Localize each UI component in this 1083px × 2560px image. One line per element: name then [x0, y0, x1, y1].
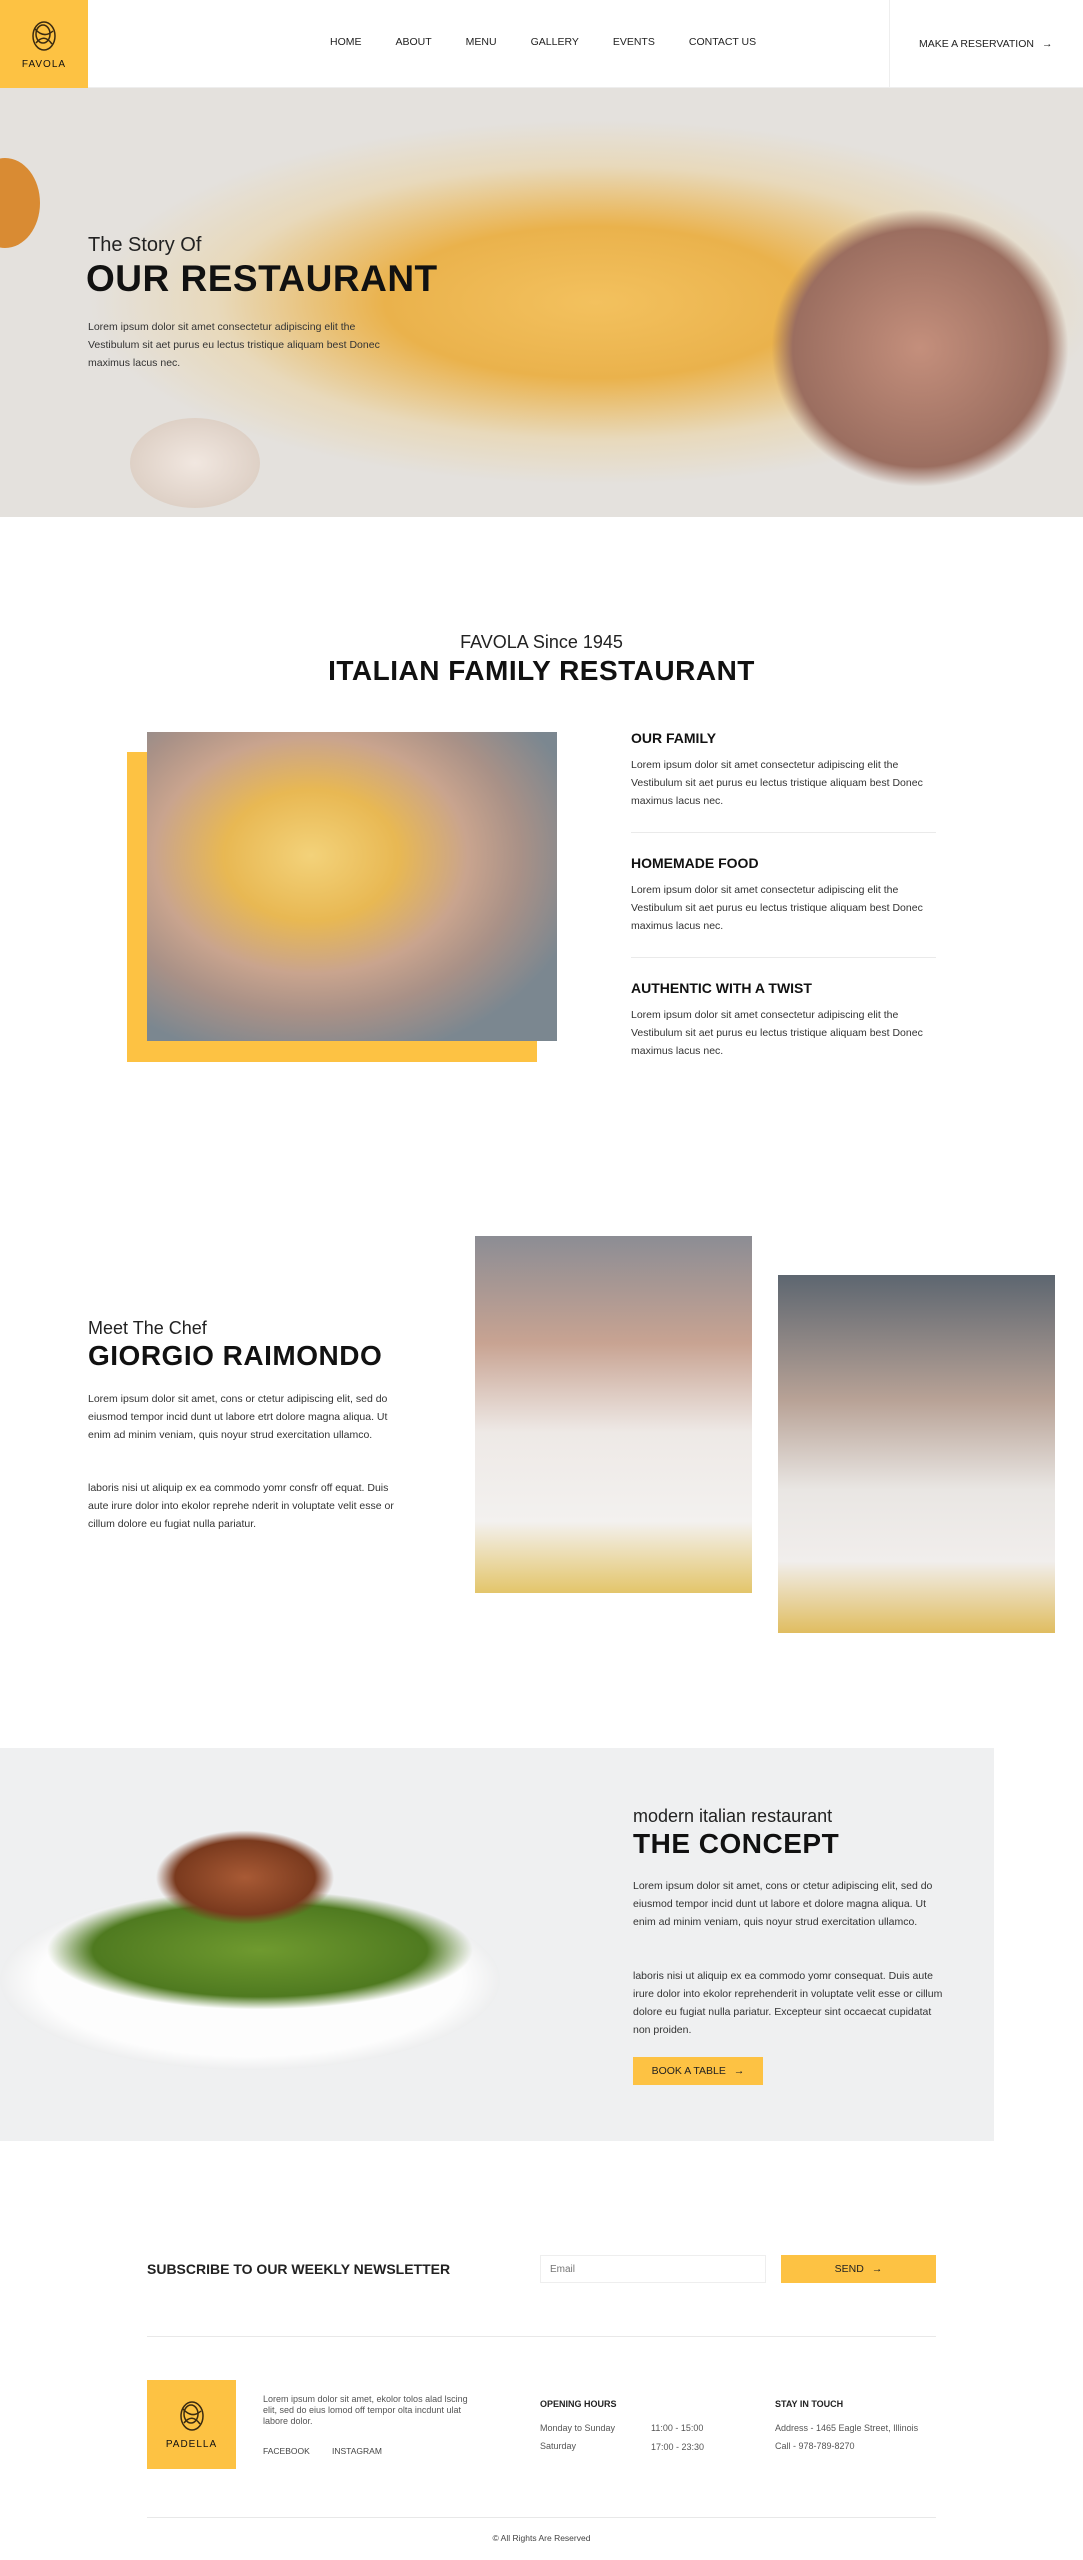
feature-text: Lorem ipsum dolor sit amet consectetur a… [631, 759, 923, 807]
nav-links: HOME ABOUT MENU GALLERY EVENTS CONTACT U… [330, 36, 790, 48]
feature-item: AUTHENTIC WITH A TWIST Lorem ipsum dolor… [631, 958, 936, 1060]
stay-in-touch-title: STAY IN TOUCH [775, 2399, 844, 2409]
arrow-right-icon: → [871, 2263, 883, 2275]
newsletter-title: SUBSCRIBE TO OUR WEEKLY NEWSLETTER [147, 2261, 451, 2277]
about-image [147, 732, 557, 1041]
pasta-logo-icon [179, 2401, 204, 2431]
footer-text: Lorem ipsum dolor sit amet, ekolor tolos… [263, 2394, 468, 2426]
chef-image-dough [778, 1275, 1055, 1633]
concept-text-1: Lorem ipsum dolor sit amet, cons or ctet… [633, 1880, 933, 1928]
hero-section: The Story Of OUR RESTAURANT Lorem ipsum … [0, 88, 1083, 517]
reservation-label: MAKE A RESERVATION [919, 38, 1034, 50]
feature-item: HOMEMADE FOOD Lorem ipsum dolor sit amet… [631, 833, 936, 958]
bottom-divider [147, 2517, 936, 2518]
concept-subtitle: modern italian restaurant [633, 1806, 833, 1826]
instagram-link[interactable]: INSTAGRAM [332, 2446, 382, 2456]
phone[interactable]: Call - 978-789-8270 [775, 2441, 855, 2451]
address: Address - 1465 Eagle Street, Illinois [775, 2423, 919, 2433]
feature-item: OUR FAMILY Lorem ipsum dolor sit amet co… [631, 730, 936, 833]
arrow-right-icon: → [733, 2065, 745, 2077]
bacon-image [155, 1830, 335, 1925]
hero-text: Lorem ipsum dolor sit amet consectetur a… [88, 321, 380, 369]
footer-logo-text: PADELLA [165, 2439, 218, 2450]
nav-home[interactable]: HOME [330, 36, 362, 48]
chef-text-2: laboris nisi ut aliquip ex ea commodo yo… [88, 1482, 394, 1530]
hero-title: OUR RESTAURANT [86, 258, 438, 299]
hours-day: Saturday [540, 2441, 577, 2451]
about-title: ITALIAN FAMILY RESTAURANT [328, 655, 755, 686]
chef-text-1: Lorem ipsum dolor sit amet, cons or ctet… [88, 1393, 388, 1441]
feature-title: AUTHENTIC WITH A TWIST [631, 980, 812, 996]
nav-gallery[interactable]: GALLERY [531, 36, 579, 48]
nav-events[interactable]: EVENTS [613, 36, 655, 48]
logo-text: FAVOLA [21, 58, 67, 70]
chef-name: GIORGIO RAIMONDO [88, 1340, 383, 1371]
chef-subtitle: Meet The Chef [88, 1318, 207, 1338]
nav-contact-us[interactable]: CONTACT US [689, 36, 756, 48]
feature-text: Lorem ipsum dolor sit amet consectetur a… [631, 1009, 923, 1057]
nav-about[interactable]: ABOUT [396, 36, 432, 48]
hours-time: 11:00 - 15:00 [651, 2423, 704, 2433]
facebook-link[interactable]: FACEBOOK [263, 2446, 310, 2456]
hero-subtitle: The Story Of [88, 234, 202, 256]
arrow-right-icon: → [1041, 38, 1053, 50]
book-a-table-label: BOOK A TABLE [651, 2065, 726, 2077]
send-label: SEND [834, 2263, 864, 2275]
about-subtitle: FAVOLA Since 1945 [460, 632, 623, 652]
hours-time: 17:00 - 23:30 [651, 2442, 705, 2452]
opening-hours-title: OPENING HOURS [540, 2399, 617, 2409]
concept-title: THE CONCEPT [633, 1828, 840, 1859]
make-reservation-link[interactable]: MAKE A RESERVATION → [889, 0, 1083, 88]
hero-image-hands [770, 208, 1070, 488]
send-button[interactable]: SEND → [781, 2255, 936, 2283]
hero-image-shell [130, 418, 260, 508]
hours-day: Monday to Sunday [540, 2423, 616, 2433]
top-navigation: FAVOLA HOME ABOUT MENU GALLERY EVENTS CO… [0, 0, 1083, 88]
footer-divider [147, 2336, 936, 2337]
copyright: © All Rights Are Reserved [492, 2533, 591, 2543]
feature-title: OUR FAMILY [631, 730, 717, 746]
about-features: OUR FAMILY Lorem ipsum dolor sit amet co… [631, 730, 936, 1060]
hero-image-egg [0, 158, 40, 248]
feature-title: HOMEMADE FOOD [631, 855, 759, 871]
footer-logo[interactable]: PADELLA [147, 2380, 236, 2469]
feature-text: Lorem ipsum dolor sit amet consectetur a… [631, 884, 923, 932]
book-a-table-button[interactable]: BOOK A TABLE → [633, 2057, 763, 2085]
concept-text-2: laboris nisi ut aliquip ex ea commodo yo… [633, 1970, 943, 2036]
nav-menu[interactable]: MENU [466, 36, 497, 48]
email-input[interactable] [540, 2255, 766, 2283]
logo[interactable]: FAVOLA [0, 0, 88, 88]
chef-image-egg [475, 1236, 752, 1593]
pasta-logo-icon [32, 20, 56, 51]
